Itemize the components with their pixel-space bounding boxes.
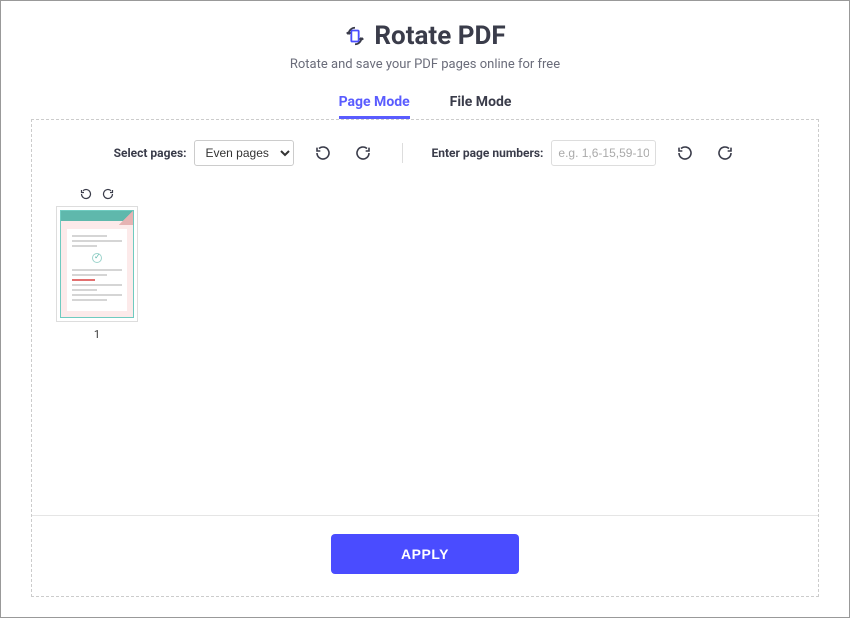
page-numbers-input[interactable] bbox=[551, 140, 656, 166]
tab-file-mode[interactable]: File Mode bbox=[450, 94, 512, 119]
rotate-cw-icon[interactable] bbox=[100, 186, 116, 202]
rotate-cw-icon[interactable] bbox=[352, 142, 374, 164]
controls-divider bbox=[402, 143, 403, 163]
page-number-label: 1 bbox=[52, 328, 142, 341]
thumbnail-area: 1 bbox=[32, 180, 818, 515]
page-thumbnail[interactable] bbox=[56, 206, 138, 322]
rotate-ccw-icon[interactable] bbox=[674, 142, 696, 164]
select-pages-dropdown[interactable]: Even pages bbox=[194, 140, 294, 166]
select-pages-label: Select pages: bbox=[114, 146, 187, 160]
page-subtitle: Rotate and save your PDF pages online fo… bbox=[31, 57, 819, 72]
header: Rotate PDF Rotate and save your PDF page… bbox=[31, 21, 819, 72]
apply-button[interactable]: APPLY bbox=[331, 534, 519, 574]
page-numbers-label: Enter page numbers: bbox=[431, 146, 543, 160]
footer: APPLY bbox=[32, 516, 818, 596]
rotate-cw-icon[interactable] bbox=[714, 142, 736, 164]
main-panel: Select pages: Even pages Enter page numb… bbox=[31, 119, 819, 597]
rotate-ccw-icon[interactable] bbox=[312, 142, 334, 164]
mode-tabs: Page Mode File Mode bbox=[31, 94, 819, 119]
rotate-pdf-icon bbox=[344, 25, 366, 47]
tab-page-mode[interactable]: Page Mode bbox=[339, 94, 410, 119]
page-title: Rotate PDF bbox=[374, 21, 505, 51]
controls-row: Select pages: Even pages Enter page numb… bbox=[32, 120, 818, 180]
rotate-ccw-icon[interactable] bbox=[78, 186, 94, 202]
page-thumb-wrap: 1 bbox=[52, 186, 142, 341]
